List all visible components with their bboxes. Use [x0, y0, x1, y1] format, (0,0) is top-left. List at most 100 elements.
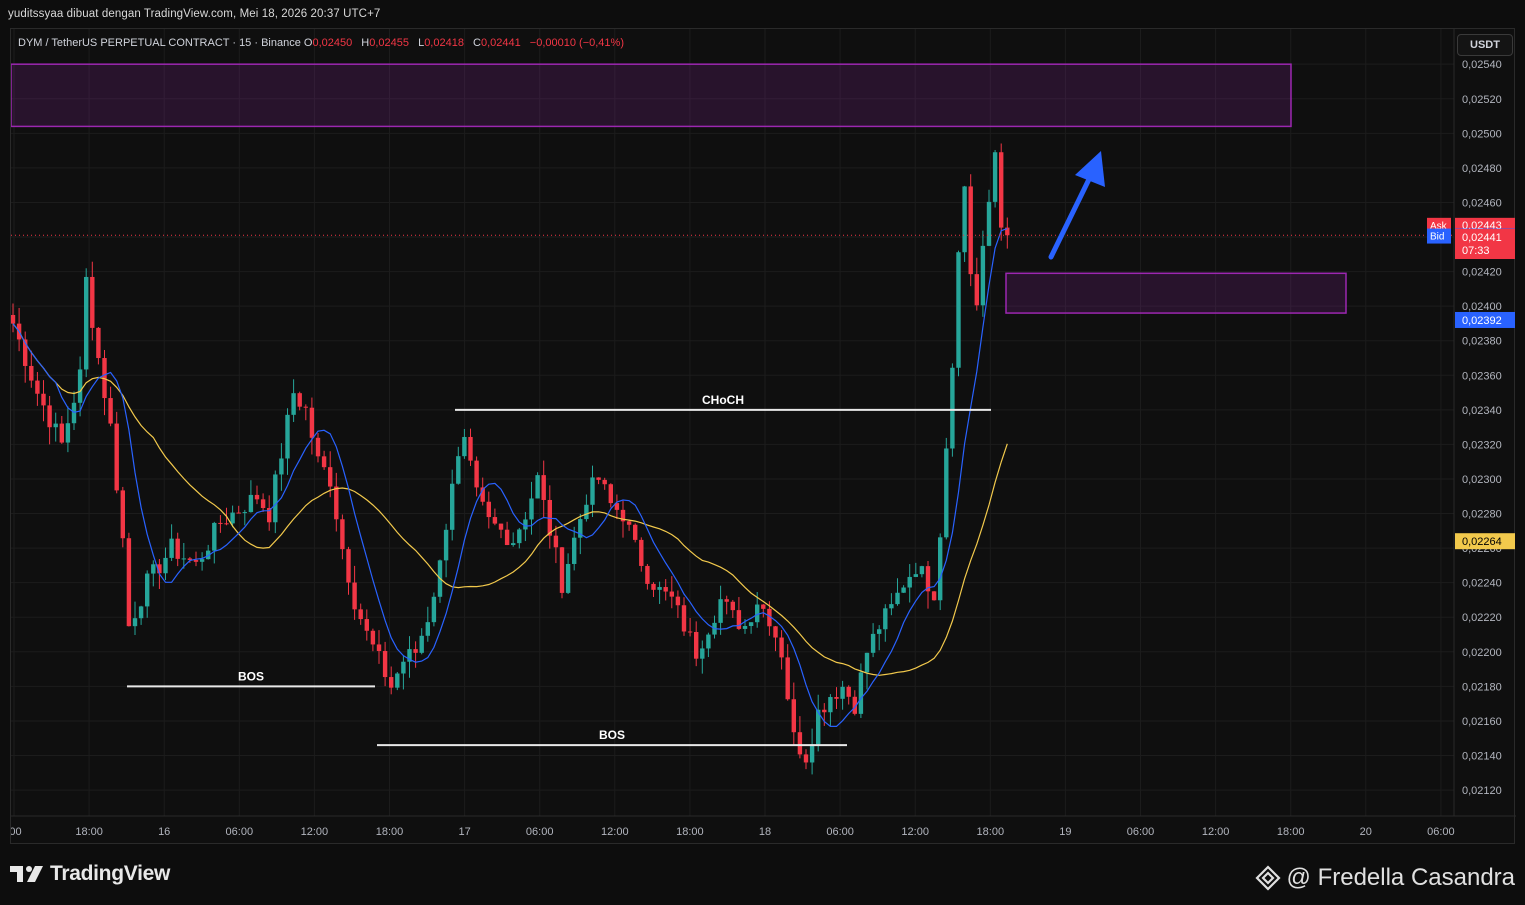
candle-body — [145, 573, 150, 607]
candle-body — [730, 601, 735, 611]
candle-body — [986, 201, 992, 246]
price-tick-label: 0,02180 — [1462, 681, 1502, 693]
zone-box — [11, 63, 1292, 128]
time-tick-label: 18:00 — [75, 826, 103, 838]
candle-body — [401, 661, 406, 674]
candle-body — [328, 467, 333, 487]
time-tick-label: 18:00 — [1277, 826, 1305, 838]
price-tick-label: 0,02160 — [1462, 716, 1502, 728]
grid — [11, 29, 1454, 816]
candle-body — [431, 596, 437, 623]
legend-close-label: C — [473, 37, 481, 49]
candle-body — [84, 276, 89, 370]
candle-body — [907, 576, 912, 588]
time-tick-label: 12:00 — [901, 826, 929, 838]
currency-button[interactable]: USDT — [1457, 34, 1513, 56]
time-tick-label: 06:00 — [1127, 826, 1155, 838]
price-tick-label: 0,02220 — [1462, 612, 1502, 624]
tradingview-logo: TradingView — [10, 862, 170, 886]
candle-body — [901, 587, 906, 593]
legend-close-value: 0,02441 — [480, 37, 521, 49]
candle-body — [504, 529, 510, 546]
time-tick-label: 06:00 — [1427, 826, 1455, 838]
price-tick-label: 0,02200 — [1462, 647, 1502, 659]
price-tick-label: 0,02420 — [1462, 267, 1502, 279]
price-chart[interactable]: CHoCHBOSBOS0,021200,021400,021600,021800… — [11, 29, 1516, 845]
legend-high-value: 0,02455 — [369, 37, 409, 49]
candle-body — [248, 494, 254, 513]
candle-body — [309, 407, 315, 438]
candle-body — [29, 365, 34, 381]
candle-body — [803, 754, 809, 763]
candle-body — [273, 474, 278, 523]
author-credit: @ Fredella Casandra — [1254, 864, 1515, 892]
time-tick-label: 17 — [458, 826, 470, 838]
price-tick-label: 0,02400 — [1462, 301, 1502, 313]
candle-body — [718, 599, 723, 623]
candle-body — [346, 549, 351, 583]
candle-body — [596, 477, 601, 480]
candle-body — [151, 564, 156, 574]
trend-arrow — [1048, 151, 1105, 260]
candle-body — [53, 423, 58, 428]
candle-body — [999, 152, 1004, 228]
zone-box — [1005, 272, 1347, 314]
candle-body — [883, 608, 888, 630]
bid-badge-tag: Bid — [1430, 232, 1444, 243]
chart-panel[interactable]: CHoCH BOS BOS 0,02120 0,02140 0,02160 0,02180 0… — [10, 28, 1516, 845]
candle-body — [230, 512, 235, 524]
time-tick-label: :00 — [11, 826, 22, 838]
time-tick-label: 18:00 — [977, 826, 1005, 838]
candle-body — [419, 635, 424, 653]
price-tick-label: 0,02480 — [1462, 163, 1502, 175]
candle-body — [352, 582, 357, 610]
candle-body — [877, 629, 882, 634]
candle-body — [468, 436, 473, 461]
candle-body — [297, 393, 302, 407]
candle-body — [950, 367, 955, 449]
time-tick-label: 12:00 — [601, 826, 629, 838]
candle-body — [858, 672, 864, 714]
candle-body — [938, 537, 943, 601]
candle-body — [376, 644, 382, 652]
candle-body — [181, 558, 186, 560]
last-price-badge: 0,0244107:33 — [1455, 229, 1515, 260]
legend-symbol: DYM / TetherUS PERPETUAL CONTRACT · 15 ·… — [18, 37, 301, 49]
time-tick-label: 19 — [1059, 826, 1071, 838]
candle-body — [657, 587, 662, 590]
candle-body — [425, 622, 430, 636]
candle-body — [260, 499, 266, 509]
time-tick-label: 18:00 — [376, 826, 404, 838]
candle-body — [608, 484, 613, 504]
candle-body — [334, 486, 339, 520]
candle-body — [834, 697, 839, 699]
candle-body — [224, 523, 229, 525]
candle-body — [114, 423, 119, 491]
candle-body — [681, 605, 687, 632]
candle-body — [77, 369, 83, 403]
candle-body — [443, 529, 449, 561]
candle-body — [370, 630, 376, 645]
price-tick-label: 0,02540 — [1462, 59, 1502, 71]
price-tick-label: 0,02240 — [1462, 578, 1502, 590]
candle-body — [864, 652, 870, 673]
candle-body — [175, 538, 180, 559]
candle-body — [974, 274, 979, 306]
last-price-badge-text: 0,02441 — [1462, 232, 1502, 244]
candle-body — [626, 521, 632, 525]
candle-body — [456, 456, 461, 484]
time-tick-label: 12:00 — [1202, 826, 1230, 838]
candle-body — [169, 538, 174, 558]
candle-body — [462, 436, 467, 457]
time-axis: :00 18:00 16 06:00 12:00 18:00 17 06:00 12:00 18:… — [11, 815, 1516, 838]
candle-body — [486, 501, 491, 518]
candle-body — [35, 380, 40, 394]
legend-low-value: 0,02418 — [424, 37, 464, 49]
candle-body — [517, 529, 522, 544]
candle-body — [41, 393, 46, 406]
candle-body — [218, 522, 223, 524]
time-tick-label: 18 — [759, 826, 771, 838]
structure-label: BOS — [238, 669, 264, 683]
candle-body — [956, 252, 961, 368]
candle-body — [687, 631, 693, 633]
